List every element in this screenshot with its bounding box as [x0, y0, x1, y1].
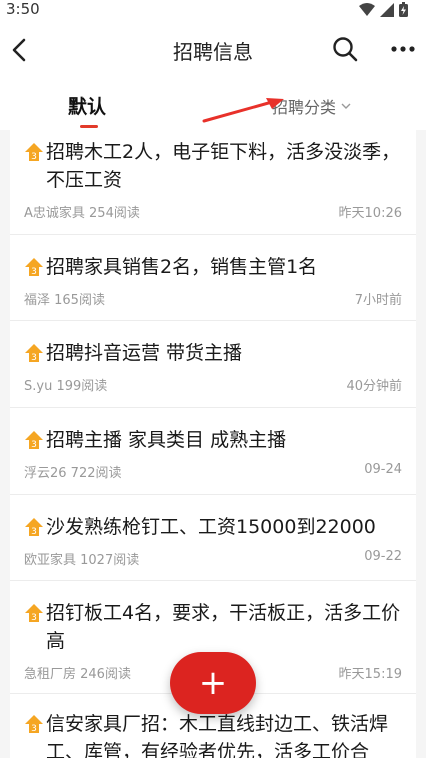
post-author-views: S.yu 199阅读 — [24, 379, 108, 394]
post-title: 招聘木工2人，电子钜下料，活多没淡季，不压工资 — [46, 141, 401, 191]
tab-category-dropdown[interactable]: 招聘分类 — [272, 94, 352, 118]
chevron-down-icon — [341, 103, 351, 109]
post-author-views: 欧亚家具 1027阅读 — [24, 553, 140, 568]
signal-icon — [380, 2, 394, 17]
post-time: 40分钟前 — [346, 379, 402, 394]
status-icons — [359, 2, 408, 17]
svg-text:3: 3 — [31, 527, 37, 537]
more-options-icon[interactable] — [390, 38, 416, 60]
post-title: 沙发熟练枪钉工、工资15000到22000 — [46, 516, 376, 538]
svg-text:3: 3 — [31, 353, 37, 363]
post-title: 招聘家具销售2名，销售主管1名 — [46, 256, 318, 278]
pinned-badge-icon: 3 — [25, 604, 43, 623]
post-time: 昨天15:19 — [338, 667, 402, 682]
pinned-badge-icon: 3 — [25, 143, 43, 162]
svg-text:3: 3 — [31, 613, 37, 623]
tab-active-indicator — [80, 125, 98, 128]
post-time: 昨天10:26 — [338, 206, 402, 221]
post-title: 招钉板工4名，要求，干活板正，活多工价高 — [46, 602, 401, 652]
wifi-icon — [359, 2, 375, 16]
pinned-badge-icon: 3 — [25, 715, 43, 734]
post-time: 7小时前 — [354, 293, 402, 308]
page-title: 招聘信息 — [173, 40, 253, 64]
pinned-badge-icon: 3 — [25, 344, 43, 363]
top-nav-bar: 招聘信息 — [0, 20, 426, 80]
tab-default[interactable]: 默认 — [68, 92, 106, 119]
svg-text:3: 3 — [31, 267, 37, 277]
search-icon[interactable] — [332, 36, 358, 62]
post-time: 09-24 — [364, 462, 402, 477]
list-item[interactable]: 3 招聘抖音运营 带货主播 S.yu 199阅读 40分钟前 — [10, 321, 416, 408]
list-item[interactable]: 3 沙发熟练枪钉工、工资15000到22000 欧亚家具 1027阅读 09-2… — [10, 495, 416, 581]
pinned-badge-icon: 3 — [25, 431, 43, 450]
post-title: 招聘抖音运营 带货主播 — [46, 342, 243, 364]
post-title: 信安家具厂招：木工直线封边工、铁活焊工、库管，有经验者优先，活多工价合 — [46, 713, 389, 758]
add-post-button[interactable]: + — [170, 652, 256, 714]
status-time: 3:50 — [6, 0, 40, 18]
post-title: 招聘主播 家具类目 成熟主播 — [46, 429, 287, 451]
tab-bar: 默认 招聘分类 — [0, 80, 426, 130]
post-author-views: 急租厂房 246阅读 — [24, 667, 131, 682]
post-author-views: 浮云26 722阅读 — [24, 466, 122, 481]
pinned-badge-icon: 3 — [25, 258, 43, 277]
battery-icon — [399, 2, 408, 17]
svg-text:3: 3 — [31, 152, 37, 162]
status-bar: 3:50 — [0, 0, 426, 20]
list-item[interactable]: 3 招聘主播 家具类目 成熟主播 浮云26 722阅读 09-24 — [10, 408, 416, 495]
svg-text:3: 3 — [31, 440, 37, 450]
tab-category-label: 招聘分类 — [272, 98, 337, 117]
post-author-views: 福泽 165阅读 — [24, 293, 105, 308]
list-item[interactable]: 3 招聘木工2人，电子钜下料，活多没淡季，不压工资 A忠诚家具 254阅读 昨天… — [10, 130, 416, 235]
post-time: 09-22 — [364, 549, 402, 564]
svg-text:3: 3 — [31, 724, 37, 734]
list-item[interactable]: 3 招聘家具销售2名，销售主管1名 福泽 165阅读 7小时前 — [10, 235, 416, 321]
pinned-badge-icon: 3 — [25, 518, 43, 537]
post-author-views: A忠诚家具 254阅读 — [24, 206, 140, 221]
